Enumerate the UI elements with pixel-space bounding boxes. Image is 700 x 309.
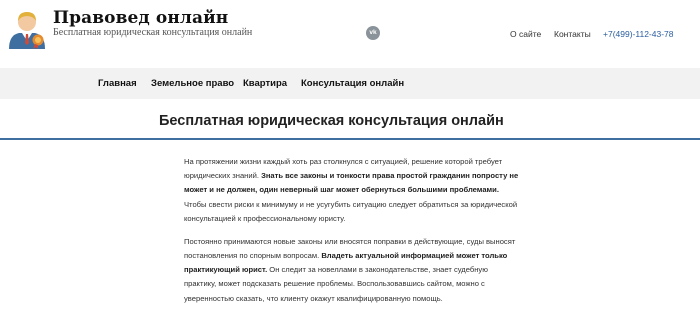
main-navigation: Главная Земельное право Квартира Консуль… [0,68,700,99]
page-title: Бесплатная юридическая консультация онла… [159,113,504,129]
vk-icon[interactable]: vk [366,26,380,40]
article-content: На протяжении жизни каждый хоть раз стол… [184,155,520,309]
contacts-link[interactable]: Контакты [554,29,591,39]
title-divider [0,138,700,140]
lawyer-logo-icon[interactable] [7,7,47,49]
paragraph-text: Чтобы свести риски к минимуму и не усугу… [184,199,518,223]
about-link[interactable]: О сайте [510,29,541,39]
nav-item-online-consultation[interactable]: Консультация онлайн [301,78,404,89]
article-paragraph: На протяжении жизни каждый хоть раз стол… [184,155,520,226]
nav-item-home[interactable]: Главная [98,78,137,89]
site-title[interactable]: Правовед онлайн [53,8,228,28]
site-header: Правовед онлайн Бесплатная юридическая к… [0,0,700,68]
article-paragraph: Постоянно принимаются новые законы или в… [184,235,520,306]
nav-item-land-law[interactable]: Земельное право [151,78,234,89]
phone-link[interactable]: +7(499)-112-43-78 [603,29,674,39]
nav-item-apartment[interactable]: Квартира [243,78,287,89]
site-description: Бесплатная юридическая консультация онла… [53,27,253,38]
